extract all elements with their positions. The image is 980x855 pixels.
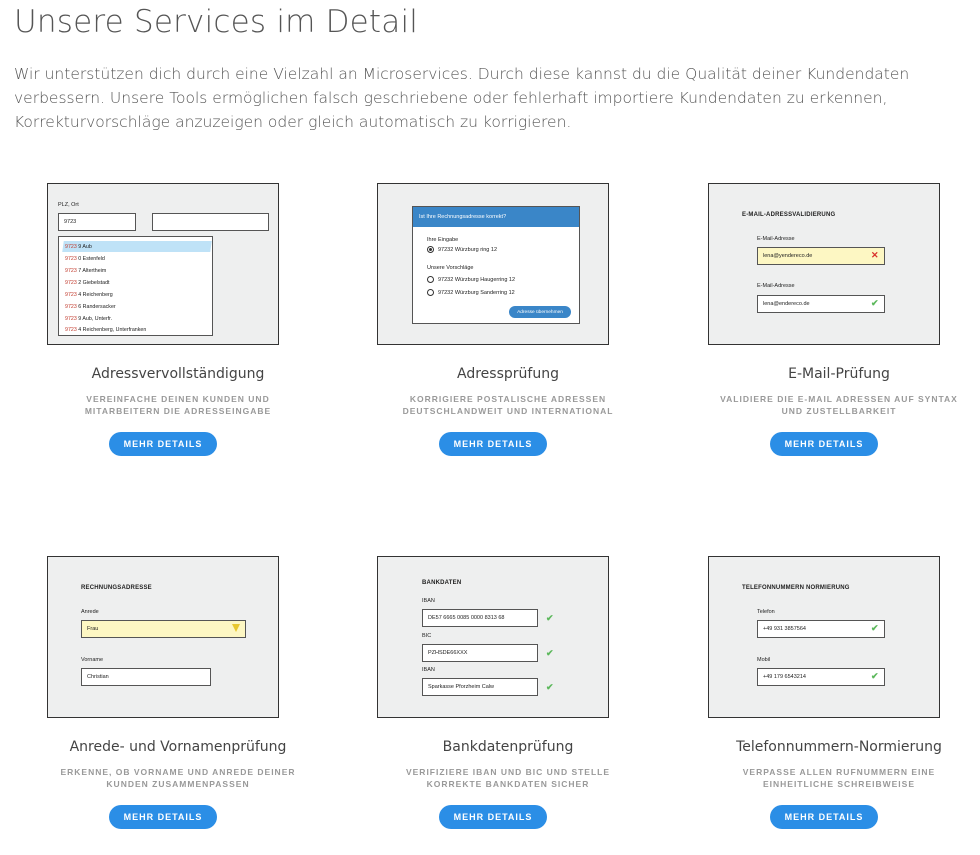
phone-label: Telefon — [757, 609, 775, 615]
valid-check-icon: ✔ — [871, 623, 879, 633]
service-description: VEREINFACHE DEINEN KUNDEN UND MITARBEITE… — [84, 394, 272, 416]
dropdown-item: 9723 6 Randersacker — [65, 304, 116, 310]
service-description: VERIFIZIERE IBAN UND BIC UND STELLE KORR… — [405, 767, 611, 789]
service-title: Adressvervollständigung — [91, 366, 265, 382]
mobile-label: Mobil — [757, 657, 771, 663]
dropdown-item: 9723 2 Giebelstadt — [65, 280, 110, 286]
dropdown-item: 9723 9 Aub, Unterfr. — [65, 316, 113, 322]
suggest-heading: Unsere Vorschläge — [427, 265, 474, 271]
email-validation-illustration: E-MAIL-ADRESSVALIDIERUNG E-Mail-Adresse … — [708, 183, 940, 345]
salutation-select: Frau — [81, 620, 246, 638]
mehr-details-button[interactable]: MEHR DETAILS — [770, 432, 878, 456]
service-description: ERKENNE, OB VORNAME UND ANREDE DEINER KU… — [60, 767, 296, 789]
valid-check-icon: ✔ — [546, 613, 554, 623]
phone-heading: TELEFONNUMMERN NORMIERUNG — [742, 585, 850, 591]
service-description: VERPASSE ALLEN RUFNUMMERN EINE EINHEITLI… — [742, 767, 936, 789]
address-validation-illustration: Ist Ihre Rechnungsadresse korrekt? Ihre … — [377, 183, 609, 345]
phone-normalization-illustration: TELEFONNUMMERN NORMIERUNG Telefon +49 93… — [708, 556, 940, 718]
invalid-cross-icon: ✕ — [871, 250, 879, 260]
input-option: 97232 Würzburg ring 12 — [438, 247, 498, 253]
dropdown-item: 9723 4 Reichenberg, Unterfranken — [65, 327, 147, 333]
firstname-input: Christian — [81, 668, 211, 686]
dialog-title: Ist Ihre Rechnungsadresse korrekt? — [413, 207, 579, 227]
dropdown-item: 9723 9 Aub — [65, 244, 92, 250]
mehr-details-button[interactable]: MEHR DETAILS — [439, 432, 547, 456]
valid-check-icon: ✔ — [546, 648, 554, 658]
suggest-option-2: 97232 Würzburg Sanderring 12 — [438, 290, 515, 296]
ort-input — [152, 213, 269, 231]
radio-icon — [427, 276, 434, 283]
input-heading: Ihre Eingabe — [427, 237, 459, 243]
intro-text: Wir unterstützen dich durch eine Vielzah… — [14, 65, 910, 131]
radio-icon — [427, 289, 434, 296]
page-title: Unsere Services im Detail — [14, 4, 419, 40]
address-dialog: Ist Ihre Rechnungsadresse korrekt? Ihre … — [412, 206, 580, 324]
iban-input: DE57 6665 0085 0000 8313 68 — [422, 609, 538, 627]
phone-input: +49 931 3857564 — [757, 620, 885, 638]
service-description: KORRIGIERE POSTALISCHE ADRESSEN DEUTSCHL… — [402, 394, 614, 416]
service-title: E-Mail-Prüfung — [788, 366, 890, 382]
iban-label: IBAN — [422, 598, 435, 604]
service-title: Adressprüfung — [457, 366, 559, 382]
mehr-details-button[interactable]: MEHR DETAILS — [109, 805, 217, 829]
address-completion-illustration: PLZ, Ort 9723 9723 9 Aub 9723 0 Estenfel… — [47, 183, 279, 345]
bic-input: PZHSDE66XXX — [422, 644, 538, 662]
dropdown-item: 9723 4 Reichenberg — [65, 292, 113, 298]
billing-heading: RECHNUNGSADRESSE — [81, 585, 152, 591]
plz-ort-label: PLZ, Ort — [58, 202, 79, 208]
email-label: E-Mail-Adresse — [757, 236, 795, 242]
salutation-label: Anrede — [81, 609, 99, 615]
service-title: Bankdatenprüfung — [442, 739, 574, 755]
mobile-input: +49 179 6543214 — [757, 668, 885, 686]
bank-validation-illustration: BANKDATEN IBAN DE57 6665 0085 0000 8313 … — [377, 556, 609, 718]
email-input-invalid: lena@yendereco.de — [757, 247, 885, 265]
valid-check-icon: ✔ — [871, 298, 879, 308]
salutation-illustration: RECHNUNGSADRESSE Anrede Frau Vorname Chr… — [47, 556, 279, 718]
service-title: Telefonnummern-Normierung — [736, 739, 942, 755]
firstname-label: Vorname — [81, 657, 104, 663]
service-title: Anrede- und Vornamenprüfung — [69, 739, 287, 755]
bic-label: BIC — [422, 633, 432, 639]
mehr-details-button[interactable]: MEHR DETAILS — [439, 805, 547, 829]
bank-heading: BANKDATEN — [422, 580, 462, 586]
email-heading: E-MAIL-ADRESSVALIDIERUNG — [742, 212, 836, 218]
email-label: E-Mail-Adresse — [757, 283, 795, 289]
suggest-option-1: 97232 Würzburg Haugerring 12 — [438, 277, 516, 283]
apply-address-button: Adresse übernehmen — [509, 306, 571, 318]
plz-input: 9723 — [58, 213, 136, 231]
email-input-valid: lena@endereco.de — [757, 295, 885, 313]
dropdown-item: 9723 7 Altertheim — [65, 268, 107, 274]
bank-name-input: Sparkasse Pforzheim Calw — [422, 678, 538, 696]
autocomplete-dropdown: 9723 9 Aub 9723 0 Estenfeld 9723 7 Alter… — [58, 236, 213, 336]
mehr-details-button[interactable]: MEHR DETAILS — [770, 805, 878, 829]
warning-triangle-icon — [232, 624, 240, 632]
bank-name-label: IBAN — [422, 667, 435, 673]
mehr-details-button[interactable]: MEHR DETAILS — [109, 432, 217, 456]
service-description: VALIDIERE DIE E-MAIL ADRESSEN AUF SYNTAX… — [720, 394, 958, 416]
valid-check-icon: ✔ — [871, 671, 879, 681]
valid-check-icon: ✔ — [546, 682, 554, 692]
dropdown-item: 9723 0 Estenfeld — [65, 256, 105, 262]
radio-selected-icon — [427, 246, 434, 253]
